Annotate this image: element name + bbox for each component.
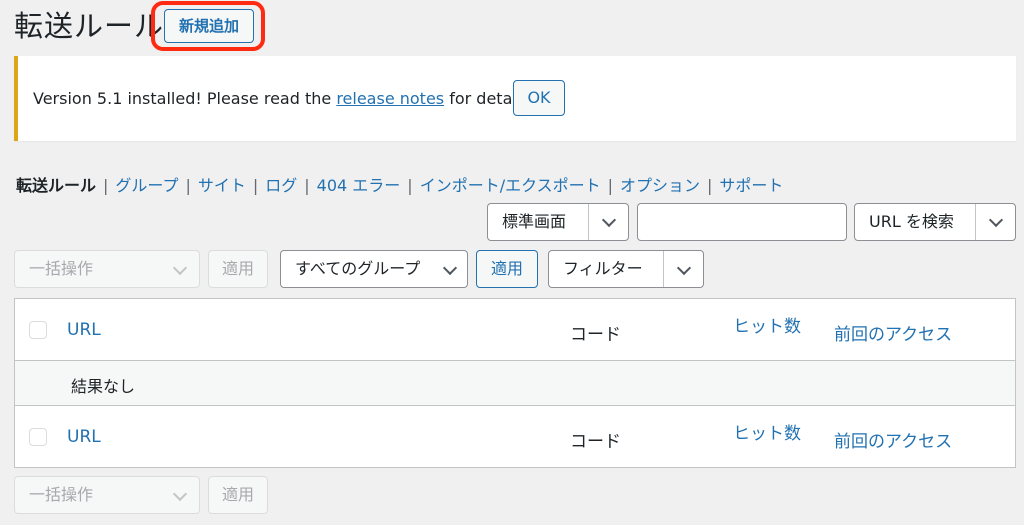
chevron-down-icon (442, 260, 458, 276)
chevron-down-icon (172, 260, 188, 276)
display-mode-dropdown (588, 204, 628, 240)
select-all-checkbox-top[interactable] (29, 321, 47, 339)
table-divider (15, 405, 1015, 406)
notice-ok-button[interactable]: OK (513, 80, 565, 116)
subnav-separator: | (607, 176, 613, 195)
column-code-footer: コード (570, 432, 621, 452)
column-code-header: コード (570, 325, 621, 345)
bulk-action-value: 一括操作 (29, 259, 94, 278)
filter-select[interactable]: フィルター (548, 250, 704, 288)
display-mode-select[interactable]: 標準画面 (487, 203, 629, 241)
subnav-support[interactable]: サポート (719, 176, 783, 195)
release-notes-link[interactable]: release notes (336, 89, 444, 108)
subnav-import-export[interactable]: インポート/エクスポート (420, 176, 601, 195)
subnav-groups[interactable]: グループ (115, 176, 178, 195)
column-hits-footer[interactable]: ヒット数 (733, 419, 801, 444)
chevron-down-icon (601, 212, 617, 228)
bulk-action-select-top[interactable]: 一括操作 (14, 250, 200, 288)
group-filter-select[interactable]: すべてのグループ (280, 250, 468, 288)
page-title: 転送ルール (14, 9, 165, 43)
search-type-value: URL を検索 (869, 212, 954, 231)
subnav-separator: | (304, 176, 310, 195)
chevron-down-icon (676, 260, 692, 276)
subnav-redirects[interactable]: 転送ルール (16, 176, 96, 195)
column-last-access-footer[interactable]: 前回のアクセス (834, 427, 952, 452)
subnav-separator: | (252, 176, 259, 195)
sub-navigation: 転送ルール | グループ | サイト | ログ | 404 エラー | インポート/エクスポート | オ… (16, 176, 783, 196)
empty-row (15, 361, 1015, 405)
column-last-access-header[interactable]: 前回のアクセス (834, 320, 952, 345)
subnav-options[interactable]: オプション (620, 176, 700, 195)
bulk-apply-button-bottom[interactable]: 適用 (208, 476, 268, 514)
column-url-header[interactable]: URL (67, 320, 101, 340)
select-all-checkbox-bottom[interactable] (29, 428, 47, 446)
group-filter-value: すべてのグループ (295, 259, 421, 278)
bulk-apply-button-top[interactable]: 適用 (208, 250, 268, 288)
subnav-separator: | (185, 176, 191, 195)
no-results-message: 結果なし (71, 377, 136, 396)
chevron-down-icon (172, 486, 188, 502)
subnav-separator: | (707, 176, 713, 195)
subnav-sites[interactable]: サイト (198, 176, 246, 195)
filter-value: フィルター (563, 259, 643, 278)
filter-dropdown (663, 251, 703, 287)
search-type-dropdown (975, 204, 1015, 240)
subnav-log[interactable]: ログ (265, 176, 297, 195)
subnav-separator: | (103, 176, 109, 195)
subnav-404-errors[interactable]: 404 エラー (317, 176, 401, 195)
column-hits-header[interactable]: ヒット数 (733, 312, 801, 337)
chevron-down-icon (988, 212, 1004, 228)
column-url-footer[interactable]: URL (67, 427, 101, 447)
subnav-separator: | (407, 176, 413, 195)
bulk-action-value: 一括操作 (29, 485, 94, 504)
bulk-action-select-bottom[interactable]: 一括操作 (14, 476, 200, 514)
display-mode-value: 標準画面 (502, 212, 567, 231)
search-type-select[interactable]: URL を検索 (854, 203, 1016, 241)
notice-text-before: Version 5.1 installed! Please read the (33, 89, 337, 108)
highlight-annotation (151, 1, 265, 51)
search-input[interactable] (637, 203, 847, 241)
group-apply-button[interactable]: 適用 (476, 250, 538, 288)
notice-message: Version 5.1 installed! Please read the r… (33, 89, 535, 109)
